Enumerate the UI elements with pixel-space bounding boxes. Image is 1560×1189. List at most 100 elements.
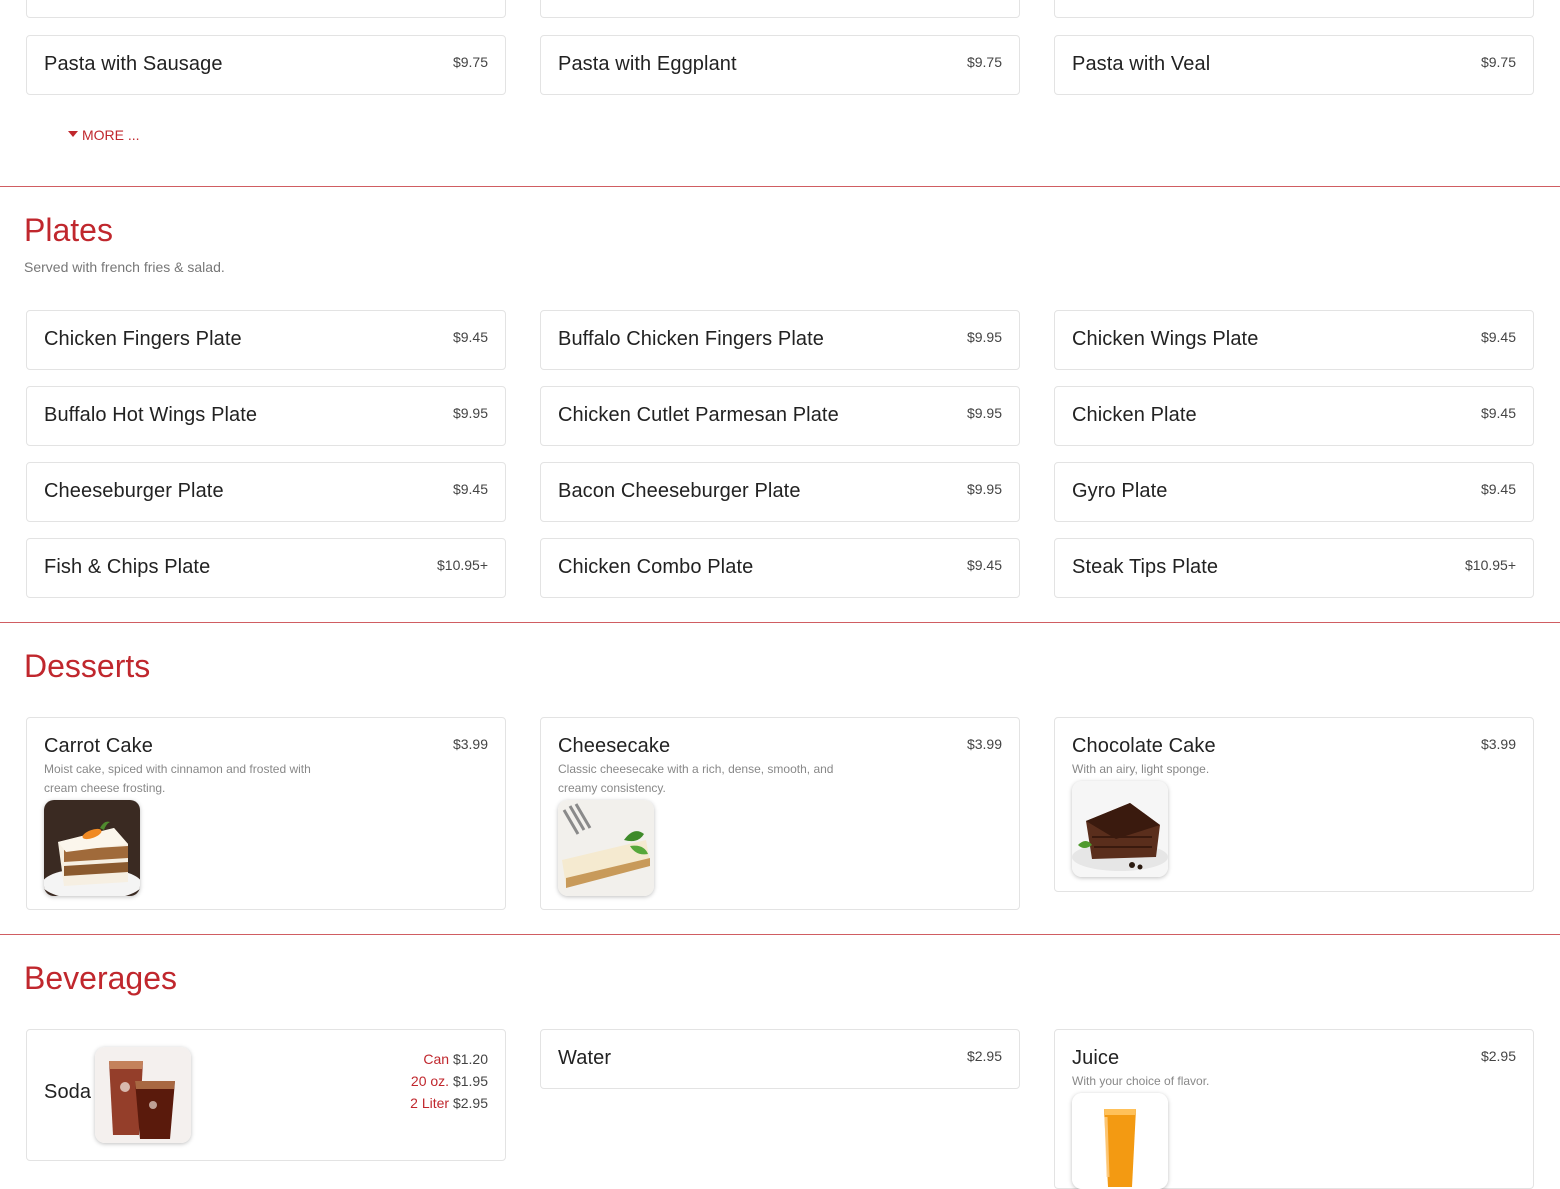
item-name: Juice xyxy=(1072,1047,1120,1069)
item-name: Buffalo Chicken Fingers Plate xyxy=(558,328,825,350)
menu-item-card[interactable]: Chocolate Cake $3.99 With an airy, light… xyxy=(1054,717,1534,892)
menu-item-card[interactable]: Chicken Fingers Plate $9.45 xyxy=(26,310,506,370)
menu-item-card[interactable]: Pasta with Veal $9.75 xyxy=(1054,35,1534,95)
menu-item-card-partial[interactable] xyxy=(1054,0,1534,18)
menu-item-card[interactable]: Chicken Wings Plate $9.45 xyxy=(1054,310,1534,370)
menu-item-card[interactable]: Soda Can $1.20 20 oz. $1.95 2 Liter $2.9… xyxy=(26,1029,506,1161)
plates-grid: Chicken Fingers Plate $9.45 Buffalo Chic… xyxy=(26,310,1534,598)
item-description: Classic cheesecake with a rich, dense, s… xyxy=(558,762,834,795)
item-description: Moist cake, spiced with cinnamon and fro… xyxy=(44,762,311,795)
item-name: Chicken Wings Plate xyxy=(1072,328,1259,350)
item-price: $3.99 xyxy=(966,736,1002,752)
menu-item-card[interactable]: Water $2.95 xyxy=(540,1029,1020,1089)
menu-item-card[interactable]: Buffalo Chicken Fingers Plate $9.95 xyxy=(540,310,1020,370)
pasta-partial-row xyxy=(26,0,1534,18)
item-price: $10.95+ xyxy=(437,557,488,573)
item-name: Fish & Chips Plate xyxy=(44,556,211,578)
juice-image[interactable] xyxy=(1072,1093,1168,1189)
item-price: $3.99 xyxy=(1480,736,1516,752)
size-price: $2.95 xyxy=(452,1095,488,1111)
soda-price-row[interactable]: Can $1.20 xyxy=(410,1048,488,1070)
pasta-grid: Pasta with Sausage $9.75 Pasta with Eggp… xyxy=(26,35,1534,95)
item-price: $9.45 xyxy=(1480,405,1516,421)
item-price: $3.99 xyxy=(452,736,488,752)
menu-item-card[interactable]: Cheesecake $3.99 Classic cheesecake with… xyxy=(540,717,1020,910)
chocolate-cake-image[interactable] xyxy=(1072,781,1168,877)
item-name: Gyro Plate xyxy=(1072,480,1168,502)
menu-item-card[interactable]: Steak Tips Plate $10.95+ xyxy=(1054,538,1534,598)
section-subtitle-plates: Served with french fries & salad. xyxy=(24,259,225,275)
menu-item-card[interactable]: Pasta with Eggplant $9.75 xyxy=(540,35,1020,95)
menu-item-card[interactable]: Cheeseburger Plate $9.45 xyxy=(26,462,506,522)
menu-item-card[interactable]: Carrot Cake $3.99 Moist cake, spiced wit… xyxy=(26,717,506,910)
item-description: With your choice of flavor. xyxy=(1072,1074,1210,1088)
item-name: Bacon Cheeseburger Plate xyxy=(558,480,801,502)
soda-price-list: Can $1.20 20 oz. $1.95 2 Liter $2.95 xyxy=(410,1048,488,1114)
item-name: Soda xyxy=(44,1081,92,1103)
size-price: $1.95 xyxy=(452,1073,488,1089)
item-price: $9.45 xyxy=(1480,329,1516,345)
item-price: $9.95 xyxy=(966,405,1002,421)
item-description: With an airy, light sponge. xyxy=(1072,762,1210,776)
item-name: Chicken Combo Plate xyxy=(558,556,754,578)
item-name: Pasta with Eggplant xyxy=(558,53,737,75)
size-label: Can xyxy=(423,1051,450,1067)
more-link[interactable]: MORE ... xyxy=(68,127,140,143)
item-name: Chicken Cutlet Parmesan Plate xyxy=(558,404,839,426)
section-divider xyxy=(0,622,1560,623)
section-divider xyxy=(0,934,1560,935)
item-price: $9.45 xyxy=(966,557,1002,573)
item-name: Water xyxy=(558,1047,612,1069)
menu-item-card[interactable]: Buffalo Hot Wings Plate $9.95 xyxy=(26,386,506,446)
cheesecake-image[interactable] xyxy=(558,800,654,896)
menu-item-card[interactable]: Gyro Plate $9.45 xyxy=(1054,462,1534,522)
item-name: Pasta with Sausage xyxy=(44,53,223,75)
size-label: 2 Liter xyxy=(410,1095,450,1111)
menu-page: Pasta with Sausage $9.75 Pasta with Eggp… xyxy=(0,0,1560,1189)
desserts-grid: Carrot Cake $3.99 Moist cake, spiced wit… xyxy=(26,717,1534,910)
item-price: $10.95+ xyxy=(1465,557,1516,573)
soda-price-row[interactable]: 20 oz. $1.95 xyxy=(410,1070,488,1092)
item-price: $9.75 xyxy=(452,54,488,70)
menu-item-card[interactable]: Chicken Cutlet Parmesan Plate $9.95 xyxy=(540,386,1020,446)
item-name: Buffalo Hot Wings Plate xyxy=(44,404,258,426)
beverages-grid: Soda Can $1.20 20 oz. $1.95 2 Liter $2.9… xyxy=(26,1029,1534,1189)
soda-image[interactable] xyxy=(95,1047,191,1143)
item-price: $9.95 xyxy=(966,481,1002,497)
size-label: 20 oz. xyxy=(410,1073,450,1089)
item-name: Steak Tips Plate xyxy=(1072,556,1219,578)
item-price: $9.95 xyxy=(452,405,488,421)
section-divider xyxy=(0,186,1560,187)
item-price: $9.95 xyxy=(966,329,1002,345)
menu-item-card[interactable]: Pasta with Sausage $9.75 xyxy=(26,35,506,95)
menu-item-card[interactable]: Fish & Chips Plate $10.95+ xyxy=(26,538,506,598)
menu-item-card[interactable]: Juice $2.95 With your choice of flavor. xyxy=(1054,1029,1534,1189)
more-label: MORE ... xyxy=(82,127,140,143)
item-price: $9.45 xyxy=(452,481,488,497)
menu-item-card[interactable]: Chicken Combo Plate $9.45 xyxy=(540,538,1020,598)
menu-item-card[interactable]: Chicken Plate $9.45 xyxy=(1054,386,1534,446)
item-name: Chocolate Cake xyxy=(1072,735,1216,757)
item-price: $2.95 xyxy=(1480,1048,1516,1064)
caret-down-icon xyxy=(68,131,78,138)
section-title-desserts: Desserts xyxy=(24,648,151,684)
item-name: Carrot Cake xyxy=(44,735,153,757)
section-title-plates: Plates xyxy=(24,212,113,248)
item-price: $9.75 xyxy=(966,54,1002,70)
soda-price-row[interactable]: 2 Liter $2.95 xyxy=(410,1092,488,1114)
menu-item-card-partial[interactable] xyxy=(540,0,1020,18)
menu-item-card-partial[interactable] xyxy=(26,0,506,18)
item-name: Chicken Fingers Plate xyxy=(44,328,242,350)
item-price: $9.75 xyxy=(1480,54,1516,70)
menu-item-card[interactable]: Bacon Cheeseburger Plate $9.95 xyxy=(540,462,1020,522)
item-price: $9.45 xyxy=(1480,481,1516,497)
item-name: Chicken Plate xyxy=(1072,404,1197,426)
item-name: Pasta with Veal xyxy=(1072,53,1211,75)
size-price: $1.20 xyxy=(452,1051,488,1067)
section-title-beverages: Beverages xyxy=(24,960,177,996)
item-price: $2.95 xyxy=(966,1048,1002,1064)
item-name: Cheeseburger Plate xyxy=(44,480,224,502)
item-name: Cheesecake xyxy=(558,735,671,757)
carrot-cake-image[interactable] xyxy=(44,800,140,896)
item-price: $9.45 xyxy=(452,329,488,345)
